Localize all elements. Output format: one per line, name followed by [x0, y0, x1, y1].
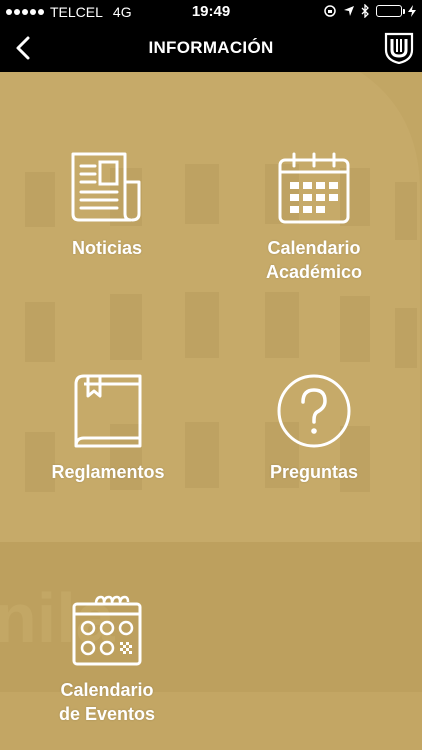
location-arrow-icon	[344, 6, 354, 16]
battery-icon	[376, 5, 405, 17]
tile-calendario-academico[interactable]: Calendario Académico	[250, 150, 378, 284]
tile-calendario-academico-label: Calendario Académico	[265, 238, 363, 282]
main-content: nila Noticias	[0, 72, 422, 750]
tile-calendario-eventos[interactable]: Calendario de Eventos	[51, 594, 163, 726]
tile-calendario-eventos-label: Calendario de Eventos	[58, 680, 156, 724]
newspaper-icon	[71, 152, 141, 222]
book-icon	[74, 374, 142, 448]
question-icon	[277, 374, 351, 448]
tile-preguntas-label: Preguntas	[269, 462, 359, 482]
charging-bolt-icon	[408, 5, 416, 17]
status-right	[323, 4, 416, 18]
tile-preguntas[interactable]: Preguntas	[256, 372, 372, 484]
navigation-bar: INFORMACIÓN	[0, 24, 422, 72]
calendar-icon	[278, 152, 350, 224]
tile-reglamentos-label: Reglamentos	[51, 462, 165, 482]
page-title: INFORMACIÓN	[148, 38, 274, 57]
tile-noticias[interactable]: Noticias	[57, 150, 157, 260]
status-bar: TELCEL 4G 19:49	[0, 0, 422, 24]
rotation-lock-icon	[324, 5, 336, 17]
event-calendar-icon	[72, 595, 142, 666]
tile-noticias-label: Noticias	[71, 238, 143, 258]
university-logo-icon[interactable]	[384, 30, 414, 64]
tile-reglamentos[interactable]: Reglamentos	[38, 372, 178, 484]
bluetooth-icon	[361, 4, 369, 18]
